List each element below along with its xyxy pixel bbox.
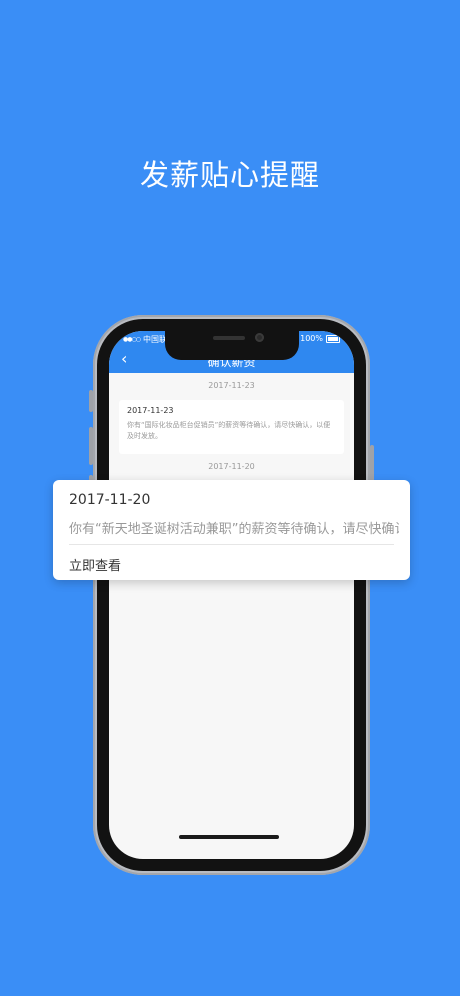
home-indicator (179, 835, 279, 839)
salary-notification-popup[interactable]: 2017-11-20 你有“新天地圣诞树活动兼职”的薪资等待确认，请尽快确认， … (53, 480, 410, 580)
phone-notch (165, 330, 299, 360)
carrier-label: 中国联 (142, 335, 167, 344)
popup-divider (69, 544, 394, 545)
speaker-grille (213, 336, 245, 340)
status-right: 100% (300, 334, 340, 343)
front-camera-icon (255, 333, 264, 342)
date-divider: 2017-11-23 (208, 381, 255, 390)
salary-message-card[interactable]: 2017-11-23 你有“国际化妆品柜台促销员”的薪资等待确认，请尽快确认，以… (119, 400, 344, 454)
phone-screen: ●●○○ 中国联 100% ‹ 确认薪资 2017-11-23 2017-11-… (109, 331, 354, 859)
popup-body: 你有“新天地圣诞树活动兼职”的薪资等待确认，请尽快确认， (69, 522, 399, 537)
date-divider: 2017-11-20 (208, 462, 255, 471)
view-now-button[interactable]: 立即查看 (69, 555, 121, 574)
signal-icon: ●●○○ (123, 336, 141, 343)
message-date: 2017-11-23 (127, 406, 174, 415)
phone-side-button (89, 390, 93, 412)
phone-volume-up (89, 427, 93, 465)
message-body: 你有“国际化妆品柜台促销员”的薪资等待确认，请尽快确认，以便及时发放。 (127, 421, 331, 440)
phone-mockup: ●●○○ 中国联 100% ‹ 确认薪资 2017-11-23 2017-11-… (89, 315, 374, 875)
popup-date: 2017-11-20 (69, 492, 151, 508)
battery-icon (326, 334, 340, 343)
status-left: ●●○○ 中国联 (123, 334, 167, 345)
promo-headline: 发薪贴心提醒 (139, 158, 320, 192)
battery-percent: 100% (300, 334, 323, 343)
